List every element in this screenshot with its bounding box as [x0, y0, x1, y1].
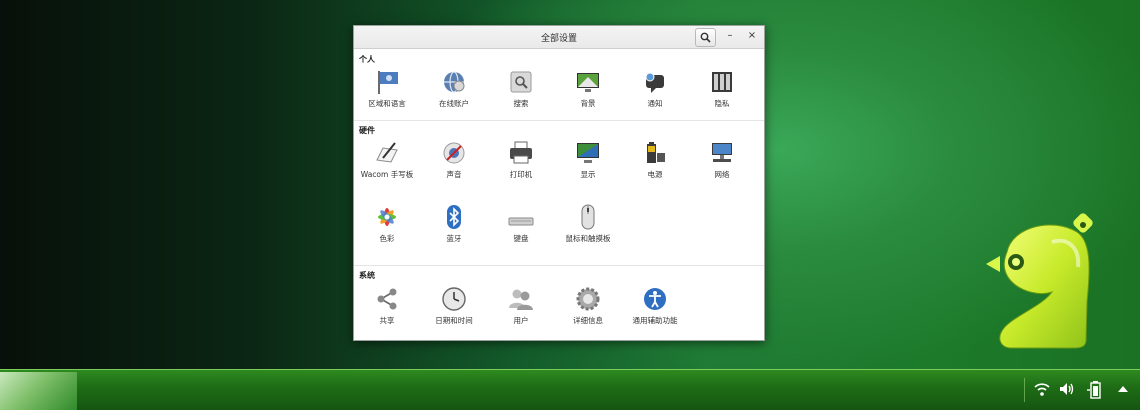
printer-icon: [510, 141, 532, 164]
flag-icon: [378, 71, 398, 94]
settings-item-display[interactable]: 显示: [556, 140, 620, 180]
settings-item-users[interactable]: 用户: [489, 286, 553, 326]
settings-item-region[interactable]: 区域和语言: [355, 69, 419, 109]
section-title-hardware: 硬件: [359, 126, 375, 135]
item-label: 蓝牙: [446, 234, 462, 243]
wacom-tablet-icon: [376, 142, 398, 163]
item-label: 用户: [513, 316, 529, 325]
settings-item-accessibility[interactable]: 通用辅助功能: [623, 286, 687, 326]
taskbar: [0, 369, 1140, 410]
color-icon: [378, 208, 396, 226]
users-icon: [509, 289, 533, 310]
item-label: 通知: [647, 99, 663, 108]
minimize-button[interactable]: –: [723, 29, 737, 43]
privacy-icon: [712, 72, 732, 92]
item-label: 搜索: [513, 99, 529, 108]
settings-item-mouse[interactable]: 鼠标和触摸板: [556, 204, 620, 244]
close-button[interactable]: ×: [745, 29, 759, 43]
up-arrow-icon[interactable]: [1116, 380, 1130, 398]
settings-item-color[interactable]: 色彩: [355, 204, 419, 244]
section-divider: [354, 120, 764, 121]
notification-icon: [645, 72, 664, 93]
item-label: 背景: [580, 99, 596, 108]
item-label: 隐私: [714, 99, 730, 108]
wifi-icon[interactable]: [1033, 380, 1051, 398]
settings-item-keyboard[interactable]: 键盘: [489, 204, 553, 244]
settings-item-wacom[interactable]: Wacom 手写板: [355, 140, 419, 180]
item-label: 声音: [446, 170, 462, 179]
item-label: 打印机: [509, 170, 533, 179]
network-icon: [712, 143, 732, 162]
settings-window: 全部设置 – × 个人 区域和语言 在线账户 搜索 背景 通知 隐私 硬件 Wa…: [353, 25, 765, 341]
item-label: 详细信息: [573, 316, 603, 325]
settings-item-sharing[interactable]: 共享: [355, 286, 419, 326]
settings-item-printer[interactable]: 打印机: [489, 140, 553, 180]
background-icon: [577, 73, 599, 92]
item-label: Wacom 手写板: [360, 170, 414, 179]
sound-icon: [443, 142, 465, 164]
bluetooth-icon: [447, 205, 461, 229]
item-label: 在线账户: [439, 99, 469, 108]
item-label: 日期和时间: [435, 316, 473, 325]
section-title-system: 系统: [359, 271, 375, 280]
keyboard-icon: [508, 217, 534, 226]
settings-item-background[interactable]: 背景: [556, 69, 620, 109]
item-label: 鼠标和触摸板: [565, 234, 611, 243]
online-accounts-icon: [444, 71, 465, 93]
battery-icon[interactable]: [1086, 380, 1104, 400]
settings-item-bluetooth[interactable]: 蓝牙: [422, 204, 486, 244]
mouse-icon: [581, 204, 595, 230]
gear-icon: [576, 287, 600, 311]
start-menu-button[interactable]: [0, 372, 77, 410]
titlebar: 全部设置 – ×: [354, 26, 764, 49]
search-button[interactable]: [695, 28, 716, 47]
power-icon: [647, 142, 665, 163]
clock-icon: [442, 287, 466, 311]
item-label: 网络: [714, 170, 730, 179]
section-divider: [354, 265, 764, 266]
settings-item-details[interactable]: 详细信息: [556, 286, 620, 326]
item-label: 通用辅助功能: [632, 316, 678, 325]
section-title-personal: 个人: [359, 55, 375, 64]
settings-item-power[interactable]: 电源: [623, 140, 687, 180]
settings-item-network[interactable]: 网络: [690, 140, 754, 180]
item-label: 电源: [647, 170, 663, 179]
item-label: 键盘: [513, 234, 529, 243]
item-label: 共享: [379, 316, 395, 325]
search-settings-icon: [510, 71, 532, 93]
accessibility-icon: [644, 288, 666, 310]
settings-item-search[interactable]: 搜索: [489, 69, 553, 109]
settings-item-datetime[interactable]: 日期和时间: [422, 286, 486, 326]
opensuse-mascot-logo: [986, 213, 1093, 349]
tray-divider: [1024, 378, 1025, 402]
volume-icon[interactable]: [1058, 380, 1076, 398]
item-label: 区域和语言: [368, 99, 406, 108]
search-icon: [700, 32, 711, 43]
settings-item-online-accounts[interactable]: 在线账户: [422, 69, 486, 109]
settings-item-sound[interactable]: 声音: [422, 140, 486, 180]
share-icon: [377, 288, 397, 310]
display-icon: [577, 143, 599, 163]
settings-item-privacy[interactable]: 隐私: [690, 69, 754, 109]
item-label: 色彩: [379, 234, 395, 243]
settings-item-notifications[interactable]: 通知: [623, 69, 687, 109]
item-label: 显示: [580, 170, 596, 179]
